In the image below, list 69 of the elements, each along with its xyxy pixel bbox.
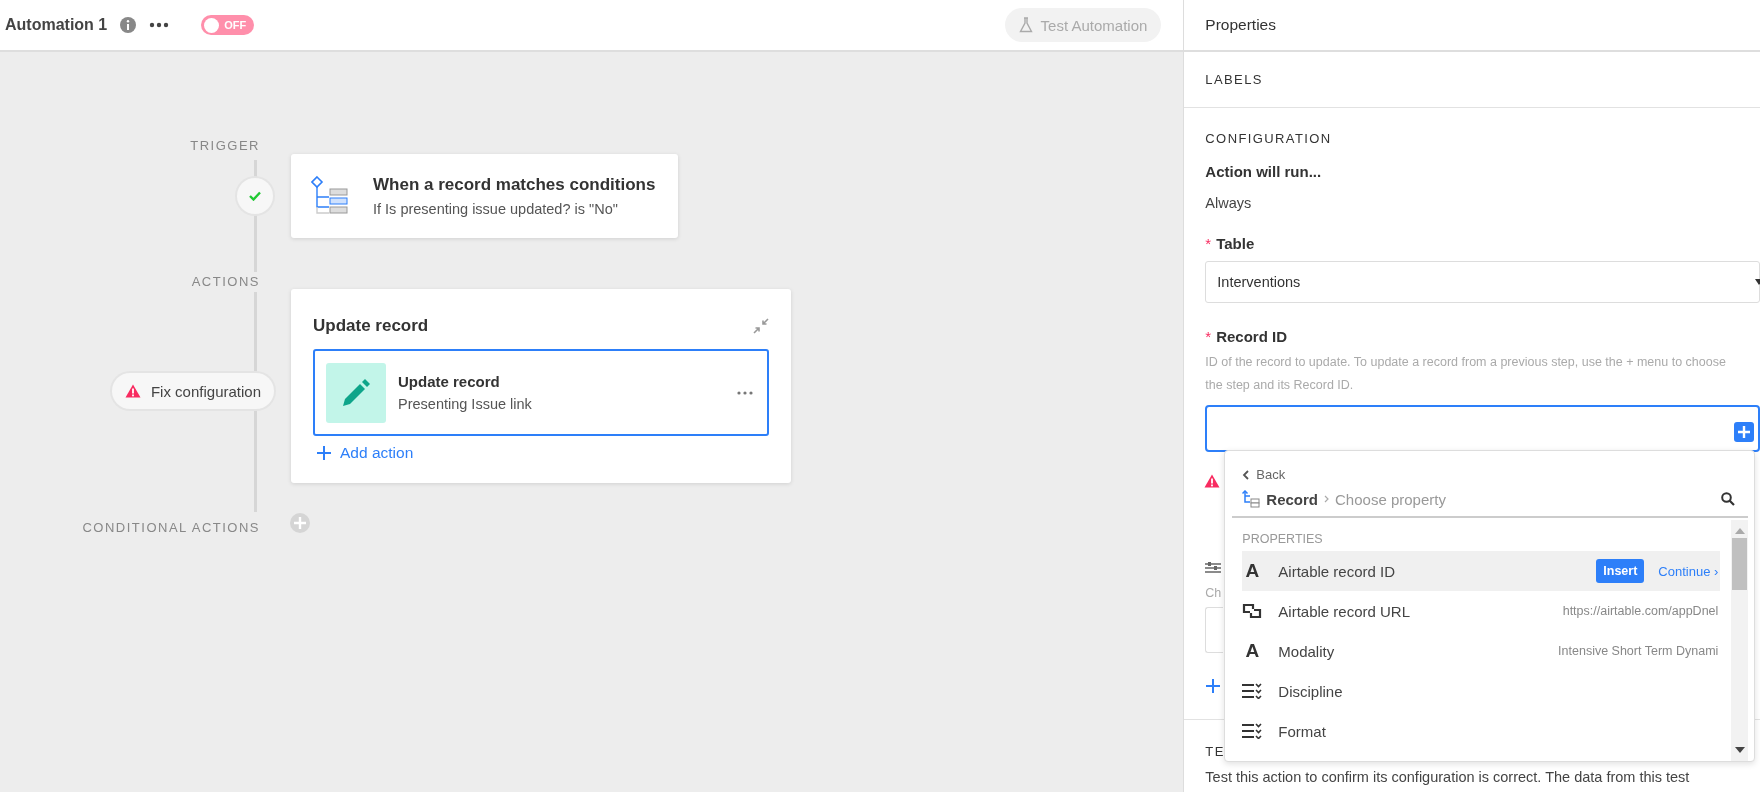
property-name: Airtable record URL [1278,602,1411,620]
plus-icon[interactable] [1734,422,1755,442]
trigger-card[interactable]: When a record matches conditions If Is presenting issue updated? is "No" [291,154,678,238]
list-icon [1242,723,1263,739]
info-icon[interactable] [119,16,138,34]
text-field[interactable] [1205,607,1224,653]
fix-configuration-badge[interactable]: Fix configuration [111,373,274,409]
table-label: Table [1216,235,1255,252]
required-asterisk: * [1205,235,1212,252]
add-action-button[interactable]: Add action [317,444,414,462]
property-name: Airtable record ID [1278,562,1396,580]
property-item[interactable]: Discipline [1242,671,1721,711]
breadcrumb-record[interactable]: Record [1266,490,1318,508]
text-type-icon: A [1242,640,1263,662]
configuration-heading: CONFIGURATION [1205,131,1332,146]
property-preview: Intensive Short Term Dynami [1558,644,1719,658]
property-item[interactable]: Airtable record URL https://airtable.com/appDnel [1242,591,1721,631]
action-step[interactable]: Update record Presenting Issue link [313,349,769,436]
automation-title: Automation 1 [5,16,108,34]
action-group-title: Update record [313,316,429,336]
scroll-down-icon[interactable] [1734,747,1745,753]
trigger-title: When a record matches conditions [373,175,656,195]
step-subtitle: Presenting Issue link [398,396,532,412]
record-icon [1242,490,1261,508]
property-preview: https://airtable.com/appDnel [1562,604,1719,618]
chevron-left-icon [1242,469,1250,480]
property-name: Discipline [1278,682,1343,700]
table-select[interactable]: Interventions [1205,261,1760,303]
scrollbar[interactable] [1731,520,1749,761]
list-icon [1242,683,1263,699]
trigger-condition: If Is presenting issue updated? is "No" [373,201,619,217]
pencil-icon [326,362,386,423]
run-condition-label: Action will run... [1205,163,1322,180]
step-title: Update record [398,373,501,390]
test-heading: TE [1205,744,1225,759]
chevron-right-icon [1324,495,1329,503]
flask-icon [1018,17,1033,33]
breadcrumb-current: Choose property [1335,490,1446,508]
property-name: Modality [1278,642,1335,660]
plus-icon[interactable] [1206,679,1221,693]
text-type-icon: A [1242,560,1263,582]
properties-section-label: PROPERTIES [1242,532,1324,546]
search-icon[interactable] [1721,492,1736,506]
record-id-help: ID of the record to update. To update a record from a previous step, use the + menu to choose the step and its Record ID. [1205,354,1727,394]
back-button[interactable]: Back [1242,467,1286,482]
conditional-actions-label: CONDITIONAL ACTIONS [81,520,261,535]
property-item[interactable]: A Modality Intensive Short Term Dynami [1242,631,1721,671]
link-icon [1242,602,1263,620]
panel-title: Properties [1205,16,1276,34]
more-icon[interactable] [737,390,753,395]
trigger-label: TRIGGER [189,137,261,153]
scrollbar-thumb[interactable] [1732,538,1748,590]
actions-label: ACTIONS [190,274,261,289]
sliders-icon [1205,562,1222,574]
run-condition-value: Always [1205,195,1252,211]
required-asterisk: * [1205,328,1212,345]
warning-icon [1204,474,1221,488]
labels-heading: LABELS [1205,72,1263,87]
plus-icon [317,446,331,460]
scroll-up-icon[interactable] [1734,528,1745,534]
property-name: Format [1278,722,1326,740]
record-id-label: Record ID [1216,328,1288,345]
test-description: Test this action to confirm its configuration is correct. The data from this test [1205,769,1690,785]
property-item[interactable]: A Airtable record ID Insert Continue › [1242,551,1721,591]
insert-button[interactable]: Insert [1596,559,1645,583]
collapse-icon[interactable] [753,318,769,334]
property-item[interactable]: Format [1242,711,1721,751]
more-icon[interactable] [149,22,170,28]
field-hint: Ch [1205,585,1222,602]
